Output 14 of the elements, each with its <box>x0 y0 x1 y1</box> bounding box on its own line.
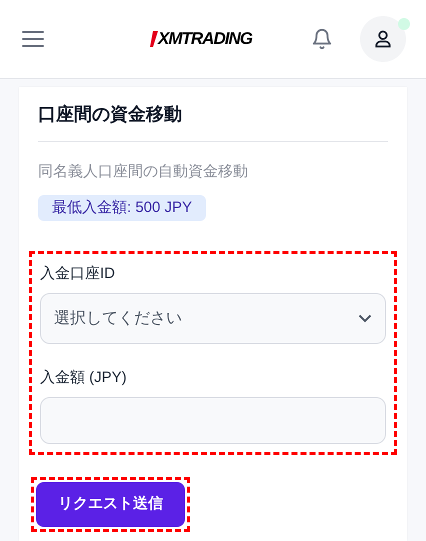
profile-button[interactable] <box>360 16 406 62</box>
user-icon <box>373 29 393 49</box>
field-label: 入金口座ID <box>40 264 116 284</box>
card-title: 口座間の資金移動 <box>38 103 183 126</box>
bell-icon <box>311 27 333 51</box>
account-select[interactable]: 選択してください <box>40 293 386 344</box>
menu-icon <box>22 30 44 48</box>
minimum-deposit-badge: 最低入金額: 500 JPY <box>38 195 206 221</box>
chevron-down-icon <box>358 314 372 323</box>
submit-button[interactable]: リクエスト送信 <box>36 482 185 527</box>
card-subtitle: 同名義人口座間の自動資金移動 <box>38 162 249 182</box>
field-label: 入金額 (JPY) <box>40 368 128 388</box>
amount-input[interactable] <box>40 397 386 444</box>
logo[interactable]: XMTRADING <box>150 26 252 52</box>
